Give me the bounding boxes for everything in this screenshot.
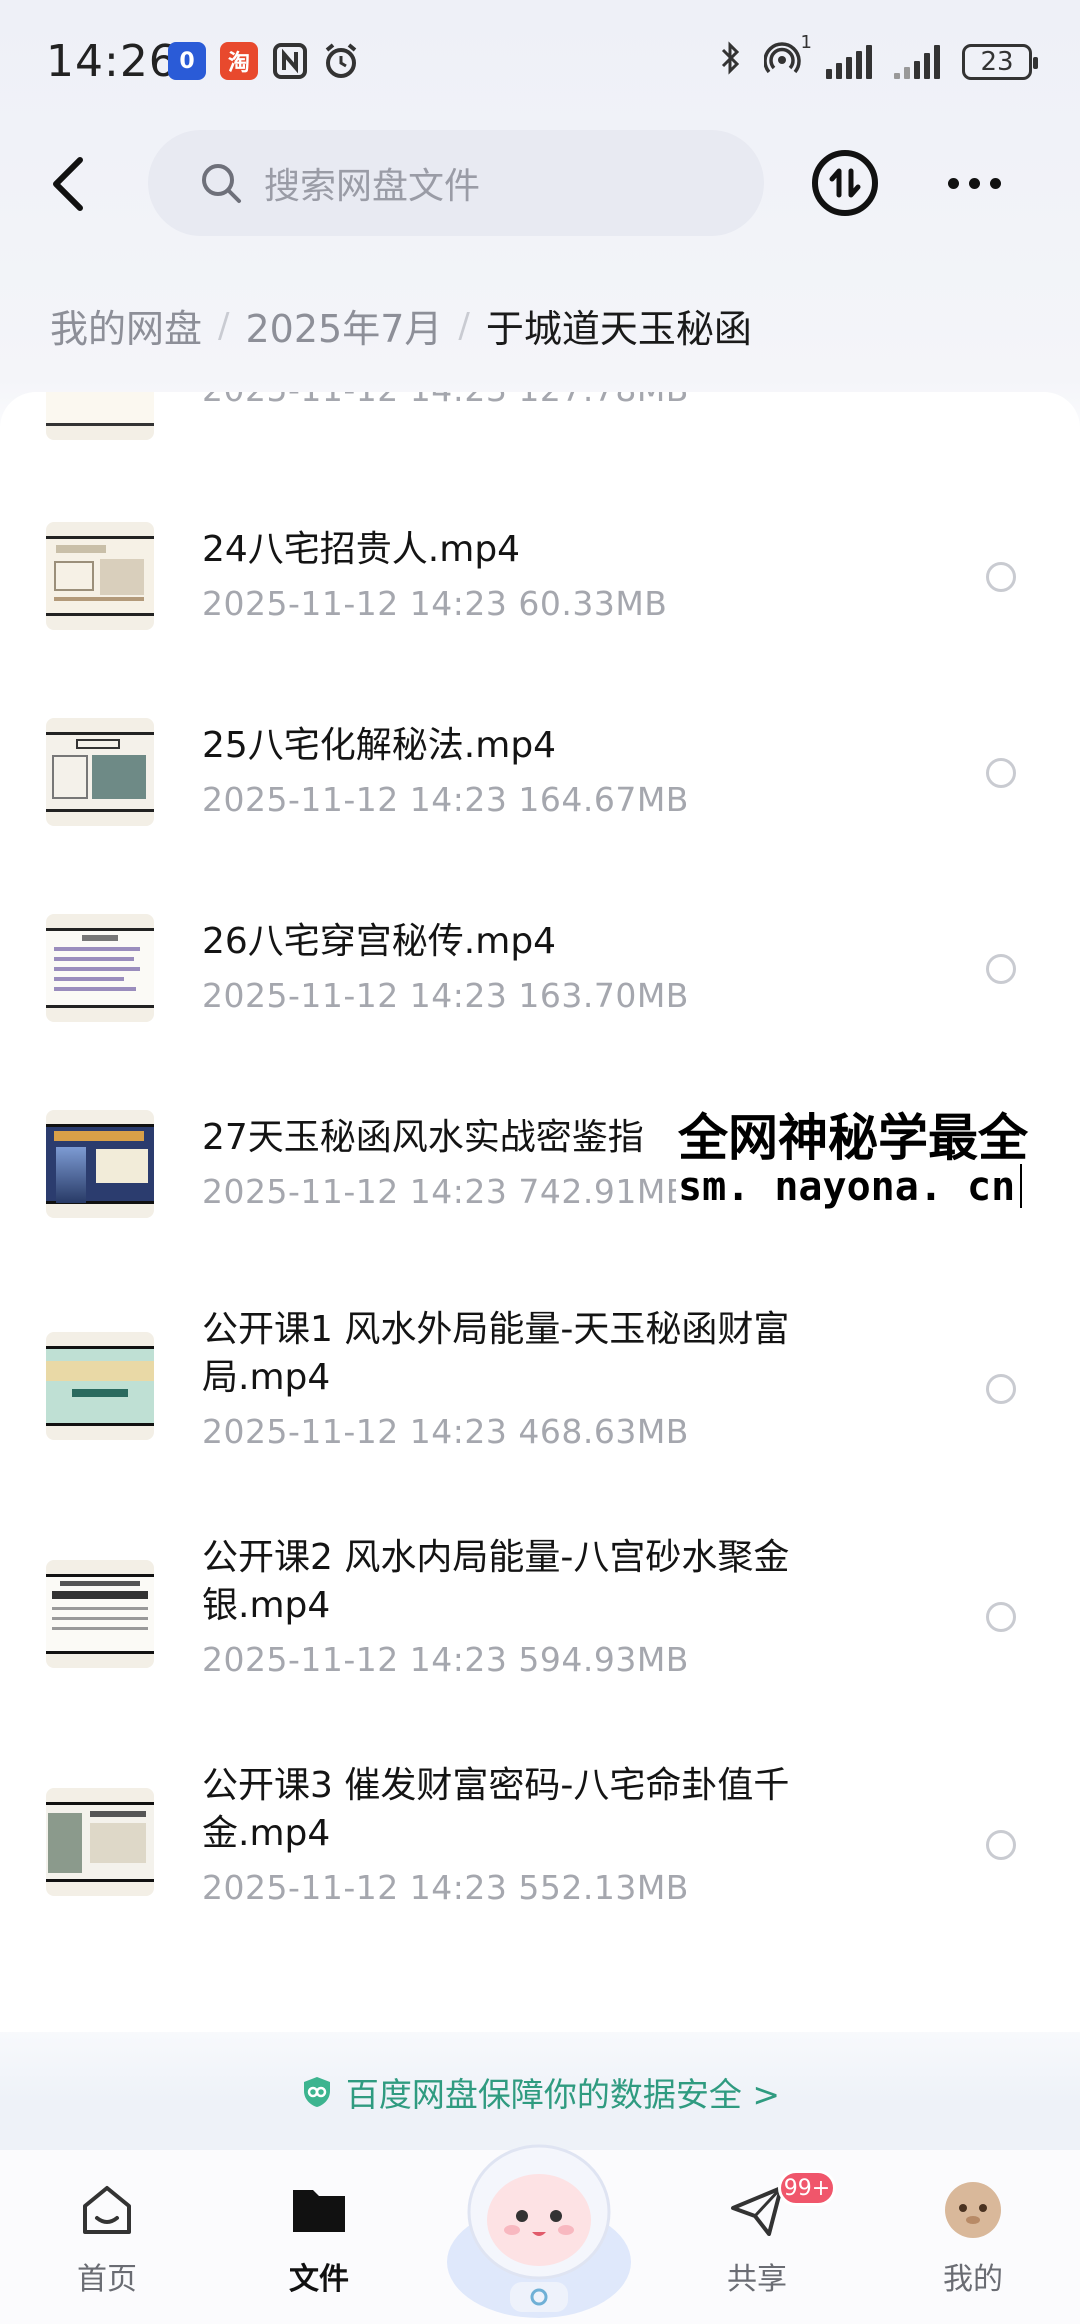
watermark-line2: sm. nayona. cn	[678, 1164, 1016, 1210]
video-thumbnail	[46, 522, 154, 630]
video-thumbnail	[46, 1110, 154, 1218]
file-row[interactable]: 公开课1 风水外局能量-天玉秘函财富局.mp4 2025-11-12 14:23…	[0, 1286, 1080, 1514]
watermark-line1: 全网神秘学最全	[678, 1109, 1028, 1167]
search-icon	[202, 164, 241, 203]
video-thumbnail	[46, 914, 154, 1022]
signal-2-icon	[894, 45, 940, 79]
alarm-icon	[322, 42, 360, 84]
page: 14:26 0 淘 1 23 搜索网盘文件 我的网盘 / 2025年7月 / 于…	[0, 0, 1080, 2324]
file-meta: 2025-11-12 14:23 468.63MB	[202, 1412, 689, 1451]
signal-1-icon	[826, 45, 872, 79]
select-radio[interactable]	[986, 1830, 1016, 1860]
more-button[interactable]	[934, 158, 1014, 208]
file-meta: 2025-11-12 14:23 127.78MB	[202, 392, 689, 409]
breadcrumb: 我的网盘 / 2025年7月 / 于城道天玉秘函	[50, 298, 752, 353]
taobao-notification-icon: 淘	[220, 42, 258, 80]
back-button[interactable]	[38, 152, 98, 216]
file-meta: 2025-11-12 14:23 594.93MB	[202, 1640, 689, 1679]
breadcrumb-separator: /	[218, 305, 230, 346]
tab-label: 文件	[289, 2262, 349, 2297]
chevron-left-icon	[53, 157, 83, 211]
tab-home[interactable]: 首页	[42, 2180, 172, 2310]
hotspot-icon: 1	[763, 32, 812, 84]
select-radio[interactable]	[986, 562, 1016, 592]
transfer-button[interactable]	[812, 150, 878, 216]
video-thumbnail	[46, 1788, 154, 1896]
tab-me[interactable]: 我的	[908, 2180, 1038, 2310]
breadcrumb-separator: /	[458, 305, 470, 346]
file-row[interactable]: 24八宅招贵人.mp4 2025-11-12 14:23 60.33MB	[0, 502, 1080, 698]
file-name: 24八宅招贵人.mp4	[202, 529, 521, 570]
tab-files[interactable]: 文件	[254, 2180, 384, 2310]
status-app-icons: 0 淘	[168, 42, 360, 84]
more-dot-icon	[989, 177, 1001, 189]
mascot-button[interactable]	[436, 2112, 642, 2324]
battery-indicator: 23	[962, 44, 1038, 80]
search-placeholder: 搜索网盘文件	[264, 166, 481, 207]
file-name: 27天玉秘函风水实战密鉴指	[202, 1117, 644, 1158]
file-row[interactable]: 26八宅穿宫秘传.mp4 2025-11-12 14:23 163.70MB	[0, 894, 1080, 1090]
tab-label: 共享	[727, 2262, 787, 2297]
status-right: 1 23	[720, 32, 1038, 84]
video-thumbnail	[46, 392, 154, 440]
file-meta: 2025-11-12 14:23 163.70MB	[202, 976, 689, 1015]
hotspot-count: 1	[800, 32, 812, 53]
select-radio[interactable]	[986, 758, 1016, 788]
file-name: 公开课2 风水内局能量-八宫砂水聚金银.mp4	[202, 1537, 790, 1626]
search-input[interactable]: 搜索网盘文件	[148, 130, 764, 236]
status-time: 14:26	[46, 36, 178, 87]
avatar	[945, 2182, 1001, 2238]
select-radio[interactable]	[986, 954, 1016, 984]
file-row[interactable]: 公开课2 风水内局能量-八宫砂水聚金银.mp4 2025-11-12 14:23…	[0, 1514, 1080, 1742]
breadcrumb-item-root[interactable]: 我的网盘	[50, 298, 202, 353]
app-notification-icon: 0	[168, 42, 206, 80]
header: 搜索网盘文件	[0, 130, 1080, 240]
bluetooth-icon	[720, 40, 742, 84]
file-row[interactable]: 公开课3 催发财富密码-八宅命卦值千金.mp4 2025-11-12 14:23…	[0, 1742, 1080, 1970]
file-row[interactable]: 25八宅化解秘法.mp4 2025-11-12 14:23 164.67MB	[0, 698, 1080, 894]
folder-icon	[293, 2190, 345, 2232]
tab-label: 首页	[77, 2262, 137, 2297]
mascot-icon	[447, 2144, 631, 2318]
select-radio[interactable]	[986, 1374, 1016, 1404]
select-radio[interactable]	[986, 1602, 1016, 1632]
video-thumbnail	[46, 718, 154, 826]
share-badge: 99+	[778, 2170, 836, 2206]
file-name: 公开课1 风水外局能量-天玉秘函财富局.mp4	[202, 1309, 790, 1398]
breadcrumb-item-month[interactable]: 2025年7月	[245, 298, 442, 353]
tab-label: 我的	[943, 2262, 1003, 2297]
text-caret	[1020, 1164, 1022, 1208]
video-thumbnail	[46, 1560, 154, 1668]
file-name: 26八宅穿宫秘传.mp4	[202, 921, 557, 962]
security-text: 百度网盘保障你的数据安全 >	[345, 2075, 781, 2114]
file-name: 公开课3 催发财富密码-八宅命卦值千金.mp4	[202, 1765, 790, 1854]
more-dot-icon	[968, 177, 980, 189]
file-name: 25八宅化解秘法.mp4	[202, 725, 557, 766]
file-meta: 2025-11-12 14:23 164.67MB	[202, 780, 689, 819]
file-row[interactable]: 2025-11-12 14:23 127.78MB	[0, 392, 1080, 452]
file-meta: 2025-11-12 14:23 60.33MB	[202, 584, 668, 623]
home-icon	[83, 2186, 131, 2234]
file-meta: 2025-11-12 14:23 552.13MB	[202, 1868, 689, 1907]
video-thumbnail	[46, 1332, 154, 1440]
breadcrumb-item-current: 于城道天玉秘函	[485, 307, 752, 351]
shield-icon	[303, 2077, 330, 2107]
status-bar: 14:26 0 淘 1 23	[0, 0, 1080, 130]
file-meta: 2025-11-12 14:23 742.91MB	[202, 1172, 689, 1211]
more-dot-icon	[947, 177, 959, 189]
watermark-overlay: 全网神秘学最全 sm. nayona. cn	[676, 1098, 1080, 1222]
nfc-icon	[272, 42, 308, 84]
transfer-icon	[829, 168, 861, 198]
